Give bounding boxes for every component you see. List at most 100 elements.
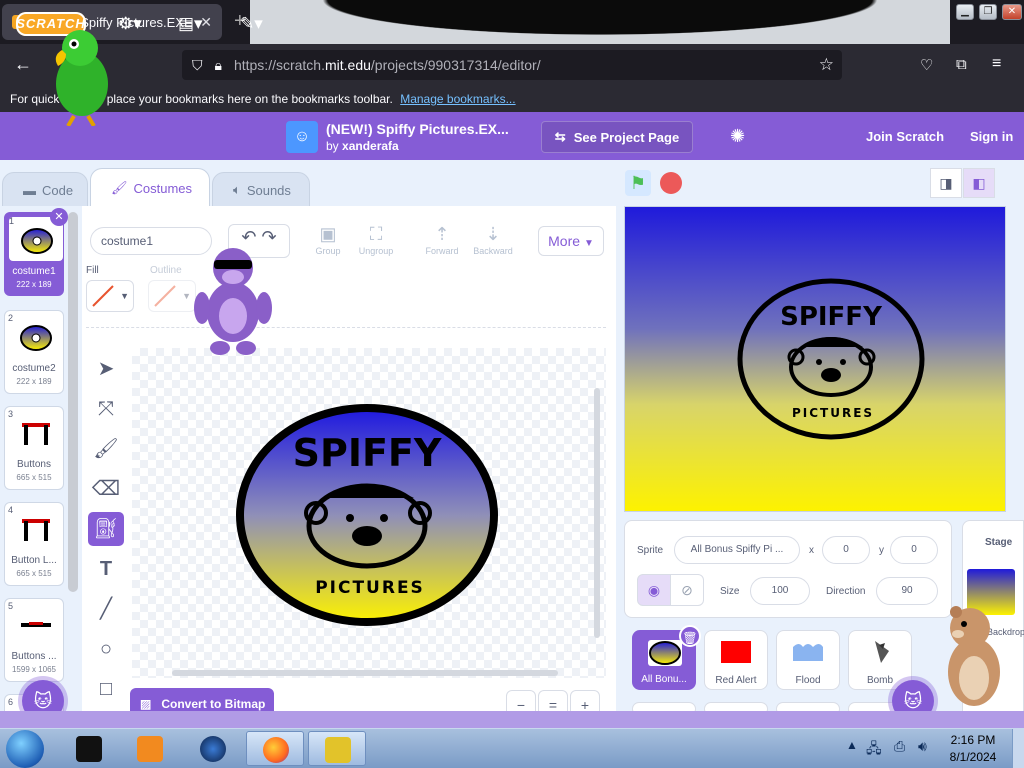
url-bar[interactable]: ⛉ 🔒︎ https://scratch.mit.edu/projects/99… bbox=[182, 50, 842, 80]
lock-icon[interactable]: 🔒︎ bbox=[215, 57, 222, 74]
small-stage-button[interactable]: ◨ bbox=[930, 168, 962, 198]
reshape-icon[interactable]: ⤧ bbox=[88, 392, 124, 426]
red-rectangle-thumbnail bbox=[721, 641, 751, 663]
costume-dimensions: 665 x 515 bbox=[16, 569, 52, 578]
sprite-tile-flood[interactable]: Flood bbox=[776, 630, 840, 690]
start-orb-icon[interactable] bbox=[6, 730, 44, 768]
theme-lightbulb-icon[interactable]: ✺ bbox=[730, 126, 745, 147]
hide-sprite-icon[interactable]: ⊘ bbox=[670, 574, 704, 606]
buttons-thumbnail bbox=[22, 519, 50, 541]
spiffy-logo-thumbnail bbox=[20, 325, 52, 351]
tab-code[interactable]: ▬ Code bbox=[2, 172, 88, 208]
green-flag-icon[interactable]: ⚑ bbox=[625, 170, 651, 196]
costume-number: 3 bbox=[8, 409, 14, 419]
y-input[interactable]: 0 bbox=[890, 536, 938, 564]
eraser-icon[interactable]: ⌫ bbox=[88, 472, 124, 506]
show-sprite-eye-icon[interactable]: ◉ bbox=[637, 574, 671, 606]
ungroup-button[interactable]: ⛶ Ungroup bbox=[352, 222, 400, 256]
network-icon[interactable]: 🖧 bbox=[866, 738, 882, 762]
edit-pencil-icon[interactable]: ✎▾ bbox=[240, 14, 263, 34]
brush-tool-icon[interactable]: 🖌︎ bbox=[88, 432, 124, 466]
paint-canvas[interactable]: SPIFFY PICTURES bbox=[132, 348, 606, 678]
rectangle-tool-icon[interactable]: □ bbox=[88, 672, 124, 706]
tab-costumes[interactable]: 🖌︎ Costumes bbox=[90, 168, 210, 208]
see-project-page-button[interactable]: ⇆ See Project Page bbox=[541, 121, 693, 153]
shield-icon[interactable]: ⛉ bbox=[192, 57, 203, 74]
ungroup-icon: ⛶ bbox=[369, 224, 383, 244]
taskbar-app-2[interactable] bbox=[121, 731, 179, 766]
taskbar-app-3[interactable] bbox=[184, 731, 242, 766]
volume-icon[interactable]: 🔊︎ bbox=[918, 738, 927, 755]
fill-bucket-icon[interactable]: ⛽︎ bbox=[88, 512, 124, 546]
stage-canvas[interactable]: SPIFFY PICTURES bbox=[624, 206, 1006, 512]
direction-input[interactable]: 90 bbox=[876, 577, 938, 605]
select-arrow-icon[interactable]: ➤ bbox=[88, 352, 124, 386]
forward-button[interactable]: ⇡ Forward bbox=[418, 222, 466, 256]
file-menu-icon[interactable]: ▤▾ bbox=[178, 14, 203, 34]
costume-item-5[interactable]: 5 Buttons ... 1599 x 1065 bbox=[4, 598, 64, 682]
green-parrot-overlay bbox=[55, 30, 108, 126]
taskbar-app-1[interactable] bbox=[60, 731, 118, 766]
stop-sign-icon[interactable] bbox=[660, 172, 682, 194]
tab-code-label: Code bbox=[42, 182, 74, 198]
costume-list-scrollbar[interactable] bbox=[68, 212, 78, 592]
taskbar-firefox[interactable] bbox=[246, 731, 304, 766]
sprite-name-label: Red Alert bbox=[715, 675, 757, 686]
sprite-tile-red-alert[interactable]: Red Alert bbox=[704, 630, 768, 690]
menu-hamburger-icon[interactable]: ≡ bbox=[992, 55, 1001, 73]
delete-sprite-trash-icon[interactable]: 🗑︎ bbox=[679, 625, 701, 647]
outline-color-picker[interactable]: ▼ bbox=[148, 280, 196, 312]
printer-icon[interactable]: ⎙ bbox=[894, 738, 905, 755]
window-close-button[interactable]: ✕ bbox=[1002, 4, 1022, 20]
navigation-bar: ← ⛉ 🔒︎ https://scratch.mit.edu/projects/… bbox=[0, 44, 1024, 86]
taskbar-clock[interactable]: 2:16 PM 8/1/2024 bbox=[940, 732, 1006, 766]
line-tool-icon[interactable]: ╱ bbox=[88, 592, 124, 626]
costume-item-3[interactable]: 3 Buttons 665 x 515 bbox=[4, 406, 64, 490]
extensions-icon[interactable]: ⧉ bbox=[956, 56, 967, 73]
clock-date: 8/1/2024 bbox=[949, 750, 997, 764]
sprite-name-input[interactable]: All Bonus Spiffy Pi ... bbox=[674, 536, 800, 564]
tab-sounds[interactable]: 🔈︎ Sounds bbox=[212, 172, 310, 208]
costume-item-2[interactable]: 2 costume2 222 x 189 bbox=[4, 310, 64, 394]
costume-dimensions: 1599 x 1065 bbox=[11, 665, 57, 674]
size-input[interactable]: 100 bbox=[750, 577, 810, 605]
delete-costume-icon[interactable]: ✕ bbox=[50, 208, 68, 226]
costume-item-4[interactable]: 4 Button L... 665 x 515 bbox=[4, 502, 64, 586]
sign-in-link[interactable]: Sign in bbox=[970, 129, 1013, 144]
x-input[interactable]: 0 bbox=[822, 536, 870, 564]
backward-button[interactable]: ⇣ Backward bbox=[469, 222, 517, 256]
sprite-tile-bomb[interactable]: Bomb bbox=[848, 630, 912, 690]
maximize-button[interactable]: ❐ bbox=[979, 4, 997, 20]
group-button[interactable]: ▣ Group bbox=[304, 222, 352, 256]
show-desktop-button[interactable] bbox=[1012, 729, 1024, 768]
more-dropdown[interactable]: More ▼ bbox=[538, 226, 604, 256]
purple-bonzi-gorilla-overlay bbox=[194, 248, 272, 355]
pocket-icon[interactable]: ♡ bbox=[920, 56, 933, 74]
media-player-icon bbox=[137, 736, 163, 762]
bomb-thumbnail bbox=[875, 641, 889, 663]
more-label: More bbox=[548, 233, 581, 249]
costume-number: 6 bbox=[8, 697, 14, 707]
canvas-horizontal-scrollbar[interactable] bbox=[172, 670, 558, 676]
canvas-vertical-scrollbar[interactable] bbox=[594, 388, 600, 638]
manage-bookmarks-link[interactable]: Manage bookmarks... bbox=[400, 92, 515, 106]
back-arrow-icon[interactable]: ← bbox=[14, 54, 32, 75]
minimize-button[interactable]: ▁ bbox=[956, 4, 974, 20]
taskbar-app-5[interactable] bbox=[308, 731, 366, 766]
bookmark-star-icon[interactable]: ☆ bbox=[819, 55, 834, 75]
author-link[interactable]: xanderafa bbox=[342, 139, 399, 153]
settings-gear-icon[interactable]: ⚙▾ bbox=[118, 14, 142, 34]
no-fill-swatch-icon bbox=[92, 285, 114, 307]
circle-tool-icon[interactable]: ○ bbox=[88, 632, 124, 666]
sprite-name-label: All Bonu... bbox=[641, 674, 687, 685]
spiffy-pictures-artwork: SPIFFY PICTURES bbox=[236, 404, 498, 626]
text-tool-icon[interactable]: T bbox=[88, 552, 124, 586]
fill-color-picker[interactable]: ▼ bbox=[86, 280, 134, 312]
flood-cloud-thumbnail bbox=[793, 644, 823, 661]
large-stage-button[interactable]: ◧ bbox=[963, 168, 995, 198]
fill-label: Fill bbox=[86, 265, 99, 276]
tray-expand-icon[interactable]: ▲ bbox=[846, 738, 858, 752]
sprite-name-label: Flood bbox=[795, 675, 821, 686]
join-scratch-link[interactable]: Join Scratch bbox=[866, 129, 944, 144]
sprite-label: Sprite bbox=[637, 545, 664, 556]
